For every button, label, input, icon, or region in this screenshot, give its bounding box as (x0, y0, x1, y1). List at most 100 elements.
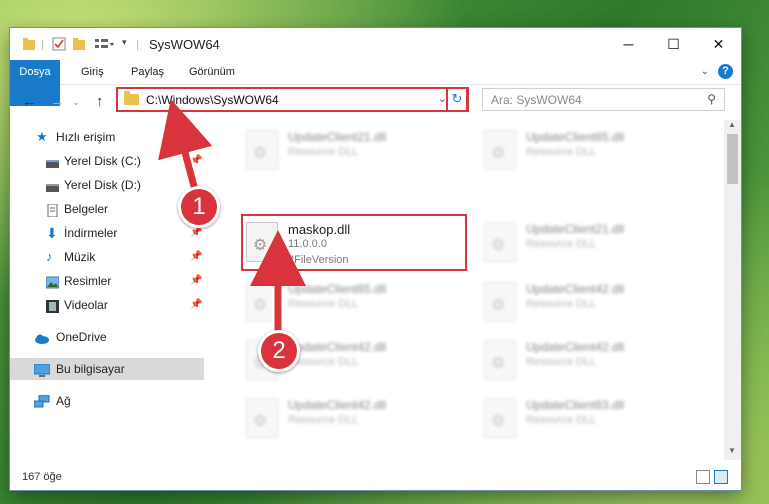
music-icon: ♪ (46, 249, 53, 264)
file-item-maskop[interactable]: maskop.dll 11.0.0.0 2FileVersion (244, 220, 464, 266)
search-icon: ⚲ (707, 92, 716, 106)
file-item[interactable]: UpdateClient63.dll Resource DLL (482, 396, 702, 442)
dll-file-icon (246, 222, 278, 262)
file-name: UpdateClient65.dll (526, 130, 625, 144)
sidebar-item-label: Yerel Disk (C:) (64, 154, 141, 168)
file-description: Resource DLL (526, 238, 597, 250)
separator: | (41, 37, 45, 51)
sidebar-item-disk-c[interactable]: Yerel Disk (C:) 📌 (10, 150, 204, 172)
file-name: UpdateClient65.dll (288, 282, 387, 296)
file-item[interactable]: UpdateClient42.dll Resource DLL (482, 338, 702, 384)
dll-file-icon (246, 398, 278, 438)
sidebar-item-this-pc[interactable]: Bu bilgisayar (10, 358, 204, 380)
sidebar-item-videos[interactable]: Videolar 📌 (10, 294, 204, 316)
back-icon[interactable]: ← (22, 93, 37, 110)
minimize-button[interactable]: ─ (606, 28, 651, 60)
address-path[interactable]: C:\Windows\SysWOW64 (146, 93, 279, 107)
star-icon: ★ (36, 129, 48, 144)
sidebar-item-quick-access[interactable]: ★ Hızlı erişim (10, 126, 204, 148)
file-item[interactable]: UpdateClient65.dll Resource DLL (244, 280, 464, 326)
search-placeholder: Ara: SysWOW64 (491, 93, 582, 107)
file-list: UpdateClient21.dll Resource DLL UpdateCl… (204, 120, 724, 460)
scroll-down-icon[interactable]: ▼ (728, 446, 736, 455)
file-item[interactable]: UpdateClient21.dll Resource DLL (244, 128, 464, 174)
maximize-button[interactable]: ☐ (651, 28, 696, 60)
navigation-bar: ← → ⌄ ↑ C:\Windows\SysWOW64 ⌄ ↻ Ara: Sys… (10, 85, 741, 117)
video-icon (46, 298, 59, 313)
new-folder-icon[interactable] (72, 37, 86, 54)
sidebar-item-onedrive[interactable]: OneDrive (10, 326, 204, 348)
sidebar-item-label: Müzik (64, 250, 96, 264)
file-name: UpdateClient42.dll (526, 340, 625, 354)
file-item[interactable]: UpdateClient42.dll Resource DLL (244, 396, 464, 442)
download-icon: ⬇ (46, 225, 58, 241)
sidebar-item-label: Yerel Disk (D:) (64, 178, 141, 192)
sidebar-item-label: Resimler (64, 274, 112, 288)
pin-icon[interactable]: 📌 (190, 150, 202, 172)
separator: | (136, 37, 140, 51)
pin-icon[interactable]: 📌 (190, 270, 202, 292)
file-item[interactable]: UpdateClient42.dll Resource DLL (482, 280, 702, 326)
dll-file-icon (484, 282, 516, 322)
large-icons-view-icon[interactable] (714, 470, 728, 484)
ribbon-tabs: Dosya Giriş Paylaş Görünüm ⌄ ? (10, 60, 741, 106)
documents-icon (46, 202, 59, 218)
recent-locations-icon[interactable]: ⌄ (72, 97, 80, 108)
sidebar-item-music[interactable]: ♪ Müzik 📌 (10, 246, 204, 268)
file-description: Resource DLL (526, 298, 597, 310)
expand-ribbon-icon[interactable]: ⌄ (701, 66, 709, 77)
sidebar-item-network[interactable]: Ağ (10, 390, 204, 412)
tab-gorunum[interactable]: Görünüm (180, 60, 244, 84)
view-options-icon[interactable] (94, 37, 116, 54)
file-item[interactable]: UpdateClient65.dll Resource DLL (482, 128, 702, 174)
item-count: 167 öğe (22, 471, 62, 483)
pin-icon[interactable]: 📌 (190, 246, 202, 268)
file-name: UpdateClient63.dll (526, 398, 625, 412)
search-input[interactable]: Ara: SysWOW64 ⚲ (482, 88, 725, 111)
file-version: 11.0.0.0 (288, 238, 327, 250)
pin-icon[interactable]: 📌 (190, 294, 202, 316)
sidebar-item-pictures[interactable]: Resimler 📌 (10, 270, 204, 292)
address-bar[interactable]: C:\Windows\SysWOW64 ⌄ ↻ (116, 87, 469, 112)
up-icon[interactable]: ↑ (96, 93, 104, 110)
file-description: Resource DLL (288, 414, 359, 426)
scroll-up-icon[interactable]: ▲ (728, 120, 736, 129)
file-description: Resource DLL (526, 356, 597, 368)
quick-access-dropdown-icon[interactable]: ▾ (122, 37, 127, 48)
vertical-scrollbar[interactable]: ▲ ▼ (724, 120, 741, 460)
file-description: Resource DLL (288, 298, 359, 310)
file-name: UpdateClient42.dll (288, 340, 387, 354)
computer-icon (33, 362, 51, 377)
folder-icon (124, 91, 139, 105)
file-name: UpdateClient42.dll (526, 282, 625, 296)
details-view-icon[interactable] (696, 470, 710, 484)
scrollbar-thumb[interactable] (727, 134, 738, 184)
drive-icon (46, 178, 59, 192)
properties-icon[interactable] (52, 37, 66, 54)
sidebar-item-disk-d[interactable]: Yerel Disk (D:) (10, 174, 204, 196)
file-item[interactable]: UpdateClient21.dll Resource DLL (482, 220, 702, 266)
folder-icon (22, 37, 36, 54)
help-icon[interactable]: ? (718, 64, 733, 79)
file-description: 2FileVersion (288, 254, 349, 266)
sidebar-item-downloads[interactable]: ⬇ İndirmeler 📌 (10, 222, 204, 244)
refresh-button[interactable]: ↻ (446, 87, 468, 112)
sidebar-item-label: Videolar (64, 298, 108, 312)
file-name: UpdateClient42.dll (288, 398, 387, 412)
status-bar: 167 öğe (10, 464, 741, 490)
navigation-pane: ★ Hızlı erişim Yerel Disk (C:) 📌 Yerel D… (10, 120, 204, 460)
sidebar-item-label: Hızlı erişim (56, 130, 116, 144)
dll-file-icon (246, 130, 278, 170)
dll-file-icon (484, 340, 516, 380)
file-name: UpdateClient21.dll (288, 130, 387, 144)
tab-giris[interactable]: Giriş (72, 60, 113, 84)
sidebar-item-label: İndirmeler (64, 226, 118, 240)
forward-icon[interactable]: → (50, 93, 65, 110)
pictures-icon (45, 274, 60, 289)
tab-paylas[interactable]: Paylaş (122, 60, 173, 84)
sidebar-item-documents[interactable]: Belgeler 📌 (10, 198, 204, 220)
close-button[interactable]: ✕ (696, 28, 741, 60)
file-name: maskop.dll (288, 222, 351, 237)
callout-2: 2 (258, 330, 300, 372)
explorer-window: | ▾ | SysWOW64 ─ ☐ ✕ Dosya Giriş Paylaş … (10, 28, 741, 490)
